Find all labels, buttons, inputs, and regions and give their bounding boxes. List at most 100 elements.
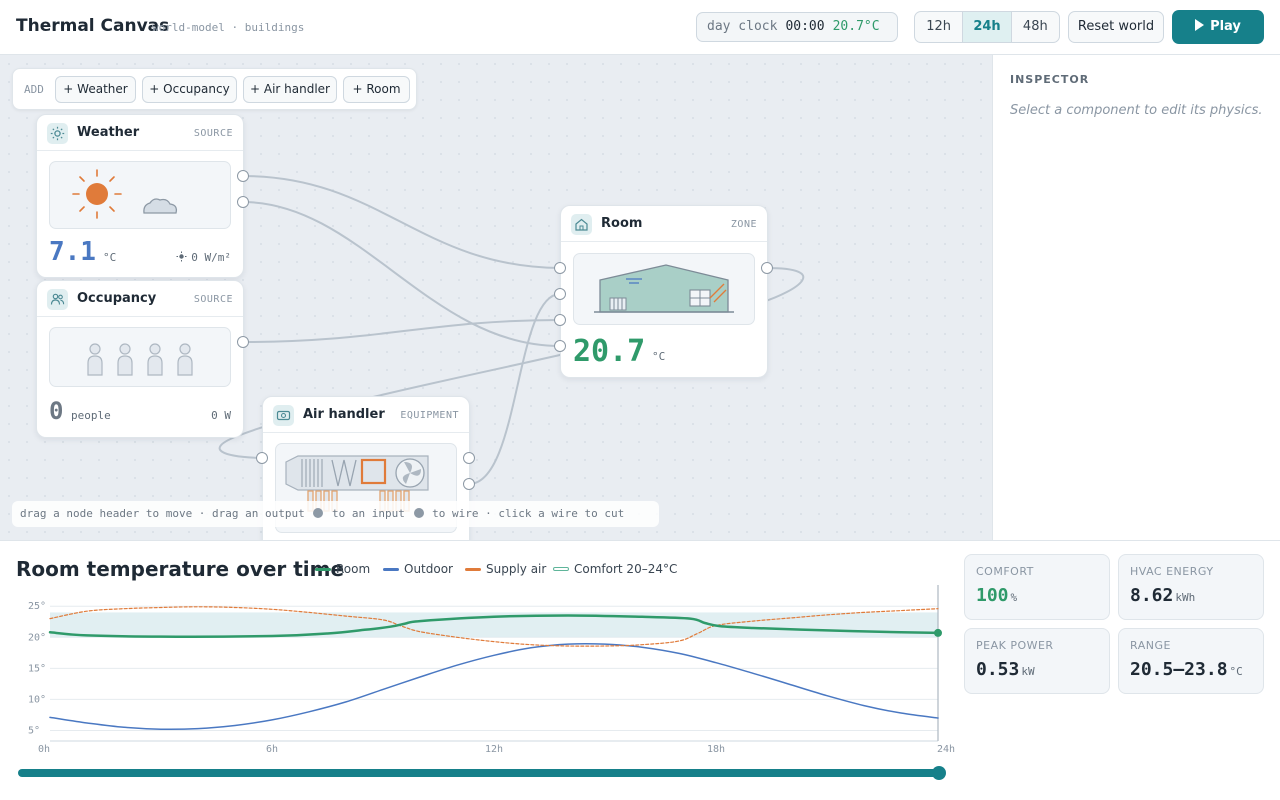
hint-text-2: to an input <box>332 507 405 520</box>
y-tick-label-1: 10° <box>28 694 46 705</box>
peak-power-stat-label: PEAK POWER <box>976 639 1054 652</box>
room-visual <box>573 253 755 325</box>
time-scrubber-handle[interactable] <box>932 766 946 780</box>
x-tick-label-3: 18h <box>707 744 725 755</box>
room-input-port-2[interactable] <box>554 288 566 300</box>
weather-solar-output-port[interactable] <box>237 196 249 208</box>
input-port-icon <box>413 508 424 518</box>
day-clock-label: day clock <box>707 19 778 34</box>
legend-room-swatch <box>315 568 331 571</box>
range-stat-label: RANGE <box>1130 639 1171 652</box>
node-canvas[interactable]: ADD + Weather + Occupancy + Air handler … <box>0 55 992 540</box>
air-handler-return-input-port[interactable] <box>256 452 268 464</box>
y-tick-label-3: 20° <box>28 632 46 643</box>
solar-value: 0 W/m² <box>191 251 231 264</box>
play-button[interactable]: Play <box>1172 10 1264 44</box>
hvac-energy-stat-number: 8.62 <box>1130 585 1174 606</box>
peak-power-stat: PEAK POWER 0.53 kW <box>964 628 1110 694</box>
wire-weather-temp-to-room[interactable] <box>242 175 561 269</box>
occupancy-node-header[interactable]: Occupancy SOURCE <box>37 281 243 317</box>
small-sun-icon <box>176 251 187 262</box>
weather-node-kind: SOURCE <box>193 128 233 139</box>
occupancy-output-port[interactable] <box>237 336 249 348</box>
occupancy-visual <box>49 327 231 387</box>
canvas-hint: drag a node header to move · drag an out… <box>12 501 659 527</box>
output-port-icon <box>313 508 324 518</box>
add-air-handler-button[interactable]: + Air handler <box>243 76 337 103</box>
range-stat: RANGE 20.5–23.8 °C <box>1118 628 1264 694</box>
app-title: Thermal Canvas <box>16 16 170 36</box>
wire-weather-solar-to-room[interactable] <box>242 201 561 347</box>
house-icon <box>571 214 592 235</box>
hint-text-3: to wire · click a wire to cut <box>432 507 625 520</box>
legend-supply-label: Supply air <box>486 562 547 576</box>
legend-room-label: Room <box>336 562 371 576</box>
person-silhouettes-icon <box>87 343 193 376</box>
add-toolbar: ADD + Weather + Occupancy + Air handler … <box>12 68 417 110</box>
range-24h-button[interactable]: 24h <box>963 12 1012 42</box>
x-tick-label-2: 12h <box>485 744 503 755</box>
legend-outdoor-swatch <box>383 568 399 571</box>
occupancy-load: 0 W <box>211 409 231 422</box>
range-stat-value: 20.5–23.8 °C <box>1130 659 1243 680</box>
range-12h-button[interactable]: 12h <box>915 12 964 42</box>
room-output-port[interactable] <box>761 262 773 274</box>
air-handler-icon <box>273 405 294 426</box>
air-handler-output-port-1[interactable] <box>463 452 475 464</box>
people-icon <box>47 289 68 310</box>
room-input-port-3[interactable] <box>554 314 566 326</box>
comfort-stat: COMFORT 100% <box>964 554 1110 620</box>
air-handler-node-kind: EQUIPMENT <box>400 410 459 421</box>
timeline-panel: 5° 10° 15° 20° 25° 0h 6h 12h 18h 24h Room tempera… <box>0 540 1280 800</box>
weather-temp-output-port[interactable] <box>237 170 249 182</box>
range-stat-unit: °C <box>1229 665 1243 678</box>
legend-comfort-label: Comfort 20–24°C <box>574 562 678 576</box>
occupancy-node-title: Occupancy <box>77 291 157 306</box>
occupancy-node[interactable]: Occupancy SOURCE 0 people 0 W <box>36 280 244 438</box>
building-icon <box>594 264 734 313</box>
room-node-header[interactable]: Room ZONE <box>561 206 767 242</box>
hvac-energy-stat-label: HVAC ENERGY <box>1130 565 1214 578</box>
air-handler-node-title: Air handler <box>303 407 385 422</box>
hvac-energy-stat-unit: kWh <box>1175 591 1196 604</box>
add-room-button[interactable]: + Room <box>343 76 410 103</box>
outdoor-temp-value: 7.1 <box>49 237 96 267</box>
y-tick-label-0: 5° <box>28 725 40 736</box>
add-occupancy-button[interactable]: + Occupancy <box>142 76 237 103</box>
legend-comfort-swatch <box>553 567 569 571</box>
room-node[interactable]: Room ZONE 20.7 °C <box>560 205 768 378</box>
series-outdoor-line <box>49 642 939 731</box>
air-handler-supply-output-port[interactable] <box>463 478 475 490</box>
top-bar: Thermal Canvas world-model · buildings d… <box>0 0 1280 55</box>
weather-node-title: Weather <box>77 125 140 140</box>
time-scrubber[interactable] <box>18 766 946 780</box>
x-tick-label-4: 24h <box>937 744 955 755</box>
y-tick-label-4: 25° <box>28 601 46 612</box>
play-button-label: Play <box>1210 19 1241 34</box>
app-subtitle: world-model · buildings <box>152 21 305 34</box>
x-tick-label-1: 6h <box>266 744 278 755</box>
hvac-energy-stat: HVAC ENERGY 8.62 kWh <box>1118 554 1264 620</box>
weather-node[interactable]: Weather SOURCE 7.1 °C 0 W/m² <box>36 114 244 278</box>
occupancy-node-kind: SOURCE <box>193 294 233 305</box>
hint-text-1: drag a node header to move · drag an out… <box>20 507 305 520</box>
weather-node-header[interactable]: Weather SOURCE <box>37 115 243 151</box>
add-label: ADD <box>24 83 44 96</box>
reset-world-button[interactable]: Reset world <box>1068 11 1164 43</box>
comfort-stat-number: 100 <box>976 585 1009 606</box>
occupant-count: 0 <box>49 397 64 425</box>
range-selector: 12h 24h 48h <box>914 11 1060 43</box>
air-handler-node-header[interactable]: Air handler EQUIPMENT <box>263 397 469 433</box>
add-weather-button[interactable]: + Weather <box>55 76 136 103</box>
room-input-port-1[interactable] <box>554 262 566 274</box>
cloud-icon <box>143 198 178 214</box>
room-temp-unit: °C <box>652 350 666 363</box>
x-tick-label-0: 0h <box>38 744 50 755</box>
day-clock: day clock 00:00 20.7°C <box>696 12 898 42</box>
room-node-kind: ZONE <box>730 219 757 230</box>
room-input-port-4[interactable] <box>554 340 566 352</box>
range-48h-button[interactable]: 48h <box>1012 12 1059 42</box>
play-icon <box>1195 19 1205 31</box>
weather-visual <box>49 161 231 229</box>
chart-title: Room temperature over time <box>16 557 345 581</box>
